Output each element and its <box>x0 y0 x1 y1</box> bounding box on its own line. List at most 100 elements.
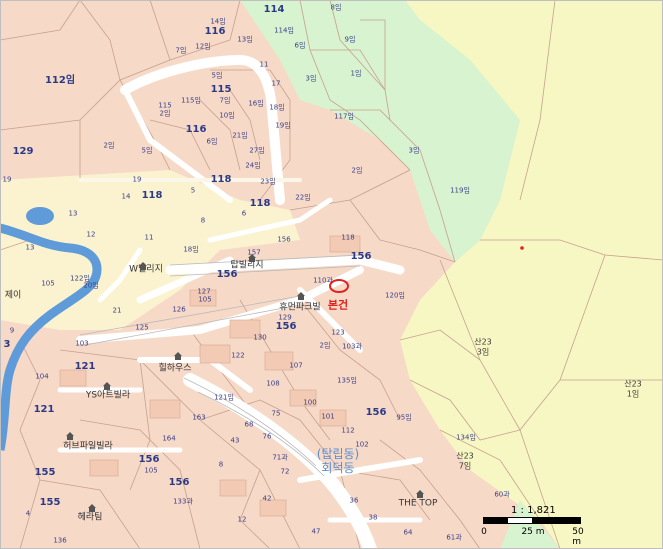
parcel-label: 115임 <box>181 96 201 105</box>
parcel-label: 14임 <box>210 17 226 26</box>
parcel-label: 135임 <box>337 376 357 385</box>
block-number-label: 156 <box>216 269 238 280</box>
parcel-label: 136 <box>53 536 67 545</box>
parcel-label: 107 <box>289 361 303 370</box>
parcel-label: 133과 <box>173 497 193 506</box>
parcel-label: 21임 <box>232 131 248 140</box>
block-number-label: 121 <box>33 404 55 415</box>
parcel-label: 6임 <box>206 137 218 146</box>
parcel-label: 8 <box>218 460 224 469</box>
parcel-label: 13임 <box>237 35 253 44</box>
scale-tick-0: 0 <box>481 527 487 537</box>
location-dot <box>520 246 524 250</box>
parcel-label: 121임 <box>214 393 234 402</box>
mountain-lot-label: 산23 1임 <box>624 379 642 398</box>
parcel-label: 2임 <box>351 166 363 175</box>
building-name-label: 허브파일빌라 <box>63 441 113 452</box>
building-name-label: 휴먼파크빌 <box>279 302 321 313</box>
parcel-label: 95임 <box>396 413 412 422</box>
parcel-label: 22임 <box>295 193 311 202</box>
parcel-label: 156 <box>277 235 291 244</box>
parcel-label: 60과 <box>494 490 510 499</box>
block-number-label: 121 <box>74 361 96 372</box>
parcel-label: 163 <box>192 413 206 422</box>
block-number-label: 155 <box>39 497 61 508</box>
parcel-label: 115 2임 <box>158 101 172 118</box>
block-number-label: 156 <box>168 477 190 488</box>
parcel-label: 72 <box>280 467 290 476</box>
block-number-label: 116 <box>185 124 207 135</box>
parcel-label: 120임 <box>385 291 405 300</box>
parcel-label: 19임 <box>275 121 291 130</box>
parcel-label: 43 <box>230 436 240 445</box>
parcel-label: 47 <box>311 527 321 536</box>
building-name-label: 헤라팀 <box>77 512 103 523</box>
parcel-label: 17 <box>271 79 281 88</box>
parcel-label: 122 <box>231 351 245 360</box>
parcel-label: 103과 <box>342 342 362 351</box>
parcel-label: 64 <box>403 528 413 537</box>
parcel-label: 127 <box>197 287 211 296</box>
block-number-label: 156 <box>365 407 387 418</box>
parcel-label: 18임 <box>269 103 285 112</box>
scale-tick-50: 50 m <box>572 527 584 547</box>
parcel-label: 19 <box>132 175 142 184</box>
parcel-label: 164 <box>162 434 176 443</box>
scale-segment <box>484 518 508 523</box>
parcel-label: 7임 <box>219 96 231 105</box>
parcel-label: 5임 <box>211 71 223 80</box>
parcel-label: 38 <box>368 513 378 522</box>
parcel-label: 16임 <box>248 99 264 108</box>
parcel-label: 75 <box>271 409 281 418</box>
parcel-label: 6 <box>241 209 247 218</box>
parcel-label: 36 <box>349 496 359 505</box>
parcel-label: 27임 <box>249 146 265 155</box>
scale-bar: 1 : 1,821 0 25 m 50 m <box>481 505 584 547</box>
block-number-label: 155 <box>34 467 56 478</box>
parcel-label: 12 <box>86 230 96 239</box>
parcel-label: 23임 <box>260 177 276 186</box>
district-name: (탑립동) 회덕동 <box>316 447 360 475</box>
parcel-label: 103 <box>75 339 89 348</box>
parcel-label: 126 <box>172 305 186 314</box>
block-number-label: 156 <box>138 454 160 465</box>
parcel-label: 125 <box>135 323 149 332</box>
parcel-label: 61과 <box>446 533 462 542</box>
parcel-label: 11 <box>144 233 154 242</box>
parcel-label: 9 <box>9 326 15 335</box>
block-number-label: 116 <box>204 26 226 37</box>
parcel-label: 13 <box>68 209 78 218</box>
block-number-label: 118 <box>249 198 271 209</box>
building-name-label: YS아트빌라 <box>85 390 131 401</box>
block-number-label: 3 <box>3 339 11 350</box>
scale-tick-25: 25 m <box>521 527 545 537</box>
parcel-label: 20임 <box>83 281 99 290</box>
block-number-label: 118 <box>141 190 163 201</box>
block-number-label: 156 <box>350 251 372 262</box>
parcel-label: 7임 <box>175 46 187 55</box>
block-number-label: 115 <box>210 84 232 95</box>
parcel-label: 42 <box>262 494 272 503</box>
parcel-label: 108 <box>266 379 280 388</box>
parcel-label: 12 <box>237 515 247 524</box>
parcel-label: 5 <box>190 186 196 195</box>
building-name-label: 제이 <box>4 290 22 301</box>
building-name-label: 힐하우스 <box>158 363 192 374</box>
parcel-label: 18임 <box>183 245 199 254</box>
block-number-label: 156 <box>275 321 297 332</box>
subject-label[interactable]: 본건 <box>328 300 348 311</box>
parcel-label: 105 <box>198 295 212 304</box>
parcel-label: 118 <box>341 233 355 242</box>
cadastral-map[interactable]: 114 8임 14임 116 114임 9임 7임 12임 13임 6임 11 112임 5임 115 11… <box>0 0 663 549</box>
building-name-label: THE TOP <box>398 498 438 509</box>
parcel-label: 123 <box>331 328 345 337</box>
pond <box>26 207 54 225</box>
mountain-lot-label: 산23 7임 <box>456 451 474 470</box>
parcel-label: 134임 <box>456 433 476 442</box>
parcel-label: 104 <box>35 372 49 381</box>
parcel-label: 3임 <box>305 74 317 83</box>
parcel-label: 9임 <box>344 35 356 44</box>
parcel-label: 105 <box>41 279 55 288</box>
scale-segment <box>532 518 580 523</box>
parcel-label: 3임 <box>408 146 420 155</box>
